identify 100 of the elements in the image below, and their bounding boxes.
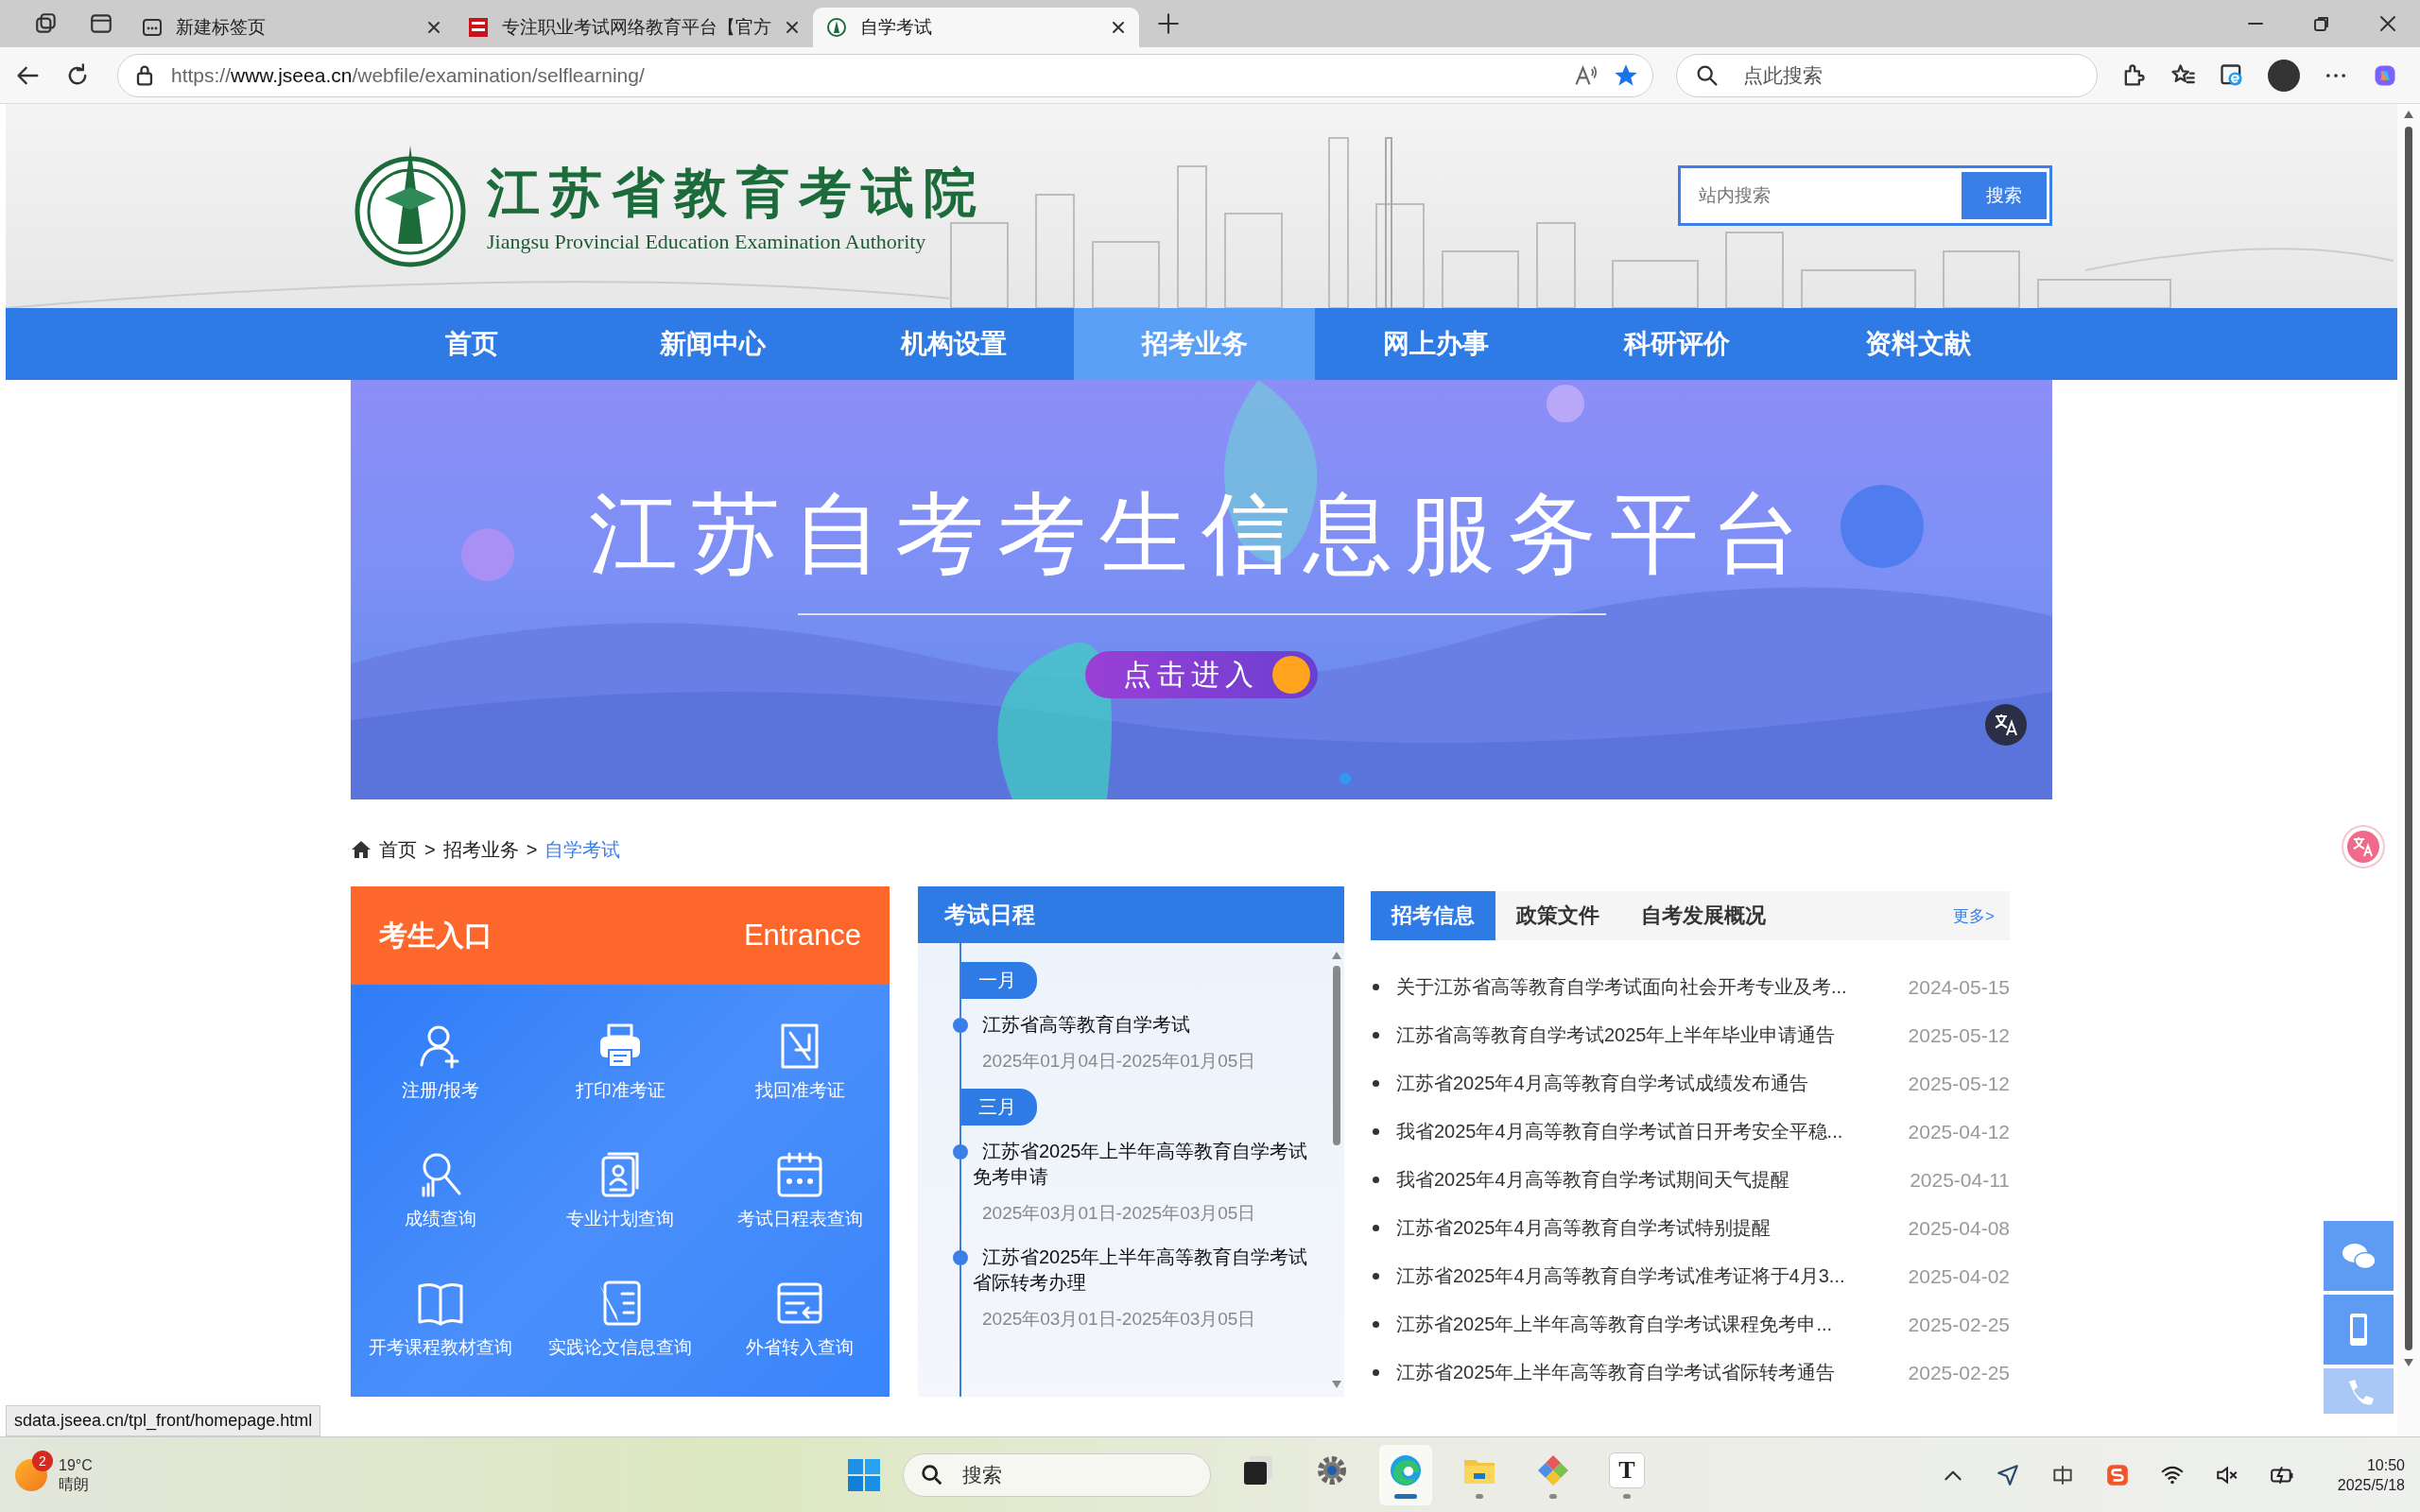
translate-icon[interactable]	[1984, 703, 2028, 747]
entrance-link[interactable]: 注册/报考	[351, 998, 530, 1126]
taskbar-app[interactable]: T	[1600, 1445, 1653, 1505]
news-link[interactable]: 江苏省2025年4月高等教育自学考试成绩发布通告	[1396, 1071, 1909, 1096]
news-date: 2025-04-11	[1910, 1168, 2010, 1192]
close-icon[interactable]	[785, 20, 800, 35]
news-link[interactable]: 江苏省2025年4月高等教育自学考试准考证将于4月3...	[1396, 1263, 1909, 1289]
workspaces-icon[interactable]	[34, 11, 59, 36]
banner-title: 江苏自考考生信息服务平台	[589, 483, 1814, 585]
nav-item[interactable]: 新闻中心	[592, 308, 833, 380]
news-link[interactable]: 我省2025年4月高等教育自学考试首日开考安全平稳...	[1396, 1119, 1909, 1144]
send-icon[interactable]	[1995, 1462, 2020, 1487]
carousel-dot-icon[interactable]	[1340, 773, 1351, 784]
profile-avatar[interactable]	[2268, 59, 2300, 92]
event-title[interactable]: 江苏省高等教育自学考试	[973, 1012, 1320, 1038]
site-logo-title: 江苏省教育考试院	[487, 162, 986, 224]
contact-button[interactable]	[2324, 1295, 2394, 1365]
news-link[interactable]: 关于江苏省高等教育自学考试面向社会开考专业及考...	[1396, 974, 1909, 1000]
bullet-icon	[1373, 984, 1379, 990]
news-date: 2025-02-25	[1908, 1313, 2010, 1336]
scroll-down-icon	[1331, 1380, 1342, 1389]
scrollbar-thumb[interactable]	[1333, 966, 1340, 1145]
status-url: sdata.jseea.cn/tpl_front/homepage.html	[6, 1405, 321, 1436]
breadcrumb-link[interactable]: 首页	[379, 836, 417, 863]
bullet-icon	[1373, 1032, 1379, 1039]
news-date: 2024-05-15	[1908, 975, 2010, 999]
scroll-up-icon	[2403, 110, 2414, 119]
event-title[interactable]: 江苏省2025年上半年高等教育自学考试省际转考办理	[973, 1245, 1320, 1296]
news-link[interactable]: 江苏省2025年4月高等教育自学考试特别提醒	[1396, 1215, 1909, 1241]
breadcrumb-link[interactable]: 自学考试	[544, 836, 621, 863]
nav-item[interactable]: 资料文献	[1797, 308, 2038, 380]
news-link[interactable]: 我省2025年4月高等教育自学考试期间天气提醒	[1396, 1167, 1910, 1193]
sogou-ime-icon[interactable]	[2104, 1462, 2130, 1487]
close-icon[interactable]	[2378, 14, 2397, 33]
entrance-subtitle: Entrance	[743, 919, 861, 953]
news-link[interactable]: 江苏省2025年上半年高等教育自学考试课程免考申...	[1396, 1312, 1909, 1337]
news-date: 2025-05-12	[1908, 1072, 2010, 1095]
page-scrollbar[interactable]	[2397, 104, 2420, 1436]
new-tab-icon[interactable]	[1156, 11, 1181, 36]
nav-item[interactable]: 机构设置	[833, 308, 1074, 380]
bullet-icon	[1373, 1321, 1379, 1328]
taskbar-search-field[interactable]: 搜索	[903, 1453, 1211, 1497]
event-title[interactable]: 江苏省2025年上半年高等教育自学考试免考申请	[973, 1139, 1320, 1190]
search-button[interactable]: 搜索	[1962, 172, 2047, 219]
site-favicon-icon	[826, 17, 847, 38]
bullet-icon	[1373, 1369, 1379, 1376]
clock[interactable]: 10:50 2025/5/18	[2337, 1454, 2405, 1495]
scroll-down-icon	[2403, 1358, 2414, 1367]
nav-item[interactable]: 首页	[351, 308, 592, 380]
nav-item[interactable]: 科研评价	[1556, 308, 1797, 380]
entrance-title: 考生入口	[379, 918, 493, 953]
notification-badge: 2	[32, 1450, 53, 1471]
news-date: 2025-05-12	[1908, 1023, 2010, 1047]
browser-tab[interactable]: 专注职业考试网络教育平台【官方	[455, 8, 813, 47]
search-field[interactable]: 点此搜索	[1676, 53, 2098, 97]
close-icon[interactable]	[1111, 20, 1126, 35]
site-logo-subtitle: Jiangsu Provincial Education Examination Authority	[487, 230, 927, 254]
start-icon[interactable]	[846, 1457, 882, 1493]
bullet-icon	[1373, 1128, 1379, 1135]
breadcrumb-link[interactable]: 招考业务	[442, 836, 519, 863]
scroll-up-icon	[1331, 951, 1342, 960]
home-icon	[351, 840, 372, 859]
event-dates: 2025年01月04日-2025年01月05日	[981, 1050, 1257, 1073]
news-tab[interactable]: 政策文件	[1495, 891, 1620, 940]
event-dates: 2025年03月01日-2025年03月05日	[981, 1202, 1257, 1225]
tab-actions-icon[interactable]	[89, 11, 113, 36]
browser-tab[interactable]: 自学考试	[813, 8, 1139, 47]
month-label: 三月	[961, 1089, 1037, 1125]
calendar-icon	[775, 1150, 824, 1199]
bullet-icon	[1373, 1273, 1379, 1280]
news-date: 2025-02-25	[1908, 1361, 2010, 1384]
more-link[interactable]: 更多>	[1953, 904, 1995, 927]
close-icon[interactable]	[426, 20, 441, 35]
enter-button[interactable]: 点击进入	[1085, 651, 1318, 698]
month-label: 一月	[961, 962, 1037, 999]
scrollbar-thumb[interactable]	[2405, 127, 2412, 1350]
nav-item[interactable]: 网上办事	[1315, 308, 1556, 380]
bullet-icon	[1373, 1177, 1379, 1183]
breadcrumb-separator: >	[526, 838, 538, 861]
breadcrumb-separator: >	[424, 838, 436, 861]
news-tab[interactable]: 自考发展概况	[1620, 891, 1787, 940]
weather-condition: 晴朗	[59, 1474, 90, 1494]
new-tab-page-icon	[142, 17, 163, 38]
news-tab[interactable]: 招考信息	[1371, 891, 1495, 940]
temperature: 19°C	[59, 1455, 93, 1475]
bullet-icon	[1373, 1080, 1379, 1087]
schedule-header: 考试日程	[918, 886, 1344, 943]
event-dates: 2025年03月01日-2025年03月05日	[981, 1308, 1257, 1331]
news-link[interactable]: 江苏省2025年上半年高等教育自学考试省际转考通告	[1396, 1360, 1909, 1385]
news-date: 2025-04-12	[1908, 1120, 2010, 1143]
news-date: 2025-04-02	[1908, 1264, 2010, 1288]
browser-tab[interactable]: 新建标签页	[129, 8, 455, 47]
site-favicon-icon	[468, 17, 489, 38]
address-bar[interactable]: https://www.jseea.cn/webfile/examination/selflearning/	[117, 53, 1653, 97]
news-link[interactable]: 江苏省高等教育自学考试2025年上半年毕业申请通告	[1396, 1022, 1909, 1048]
site-search-field[interactable]: 站内搜索 搜索	[1678, 165, 2052, 226]
news-date: 2025-04-08	[1908, 1216, 2010, 1240]
restore-icon[interactable]	[2312, 14, 2331, 33]
contact-button[interactable]	[2324, 1221, 2394, 1291]
bullet-icon	[1373, 1225, 1379, 1231]
